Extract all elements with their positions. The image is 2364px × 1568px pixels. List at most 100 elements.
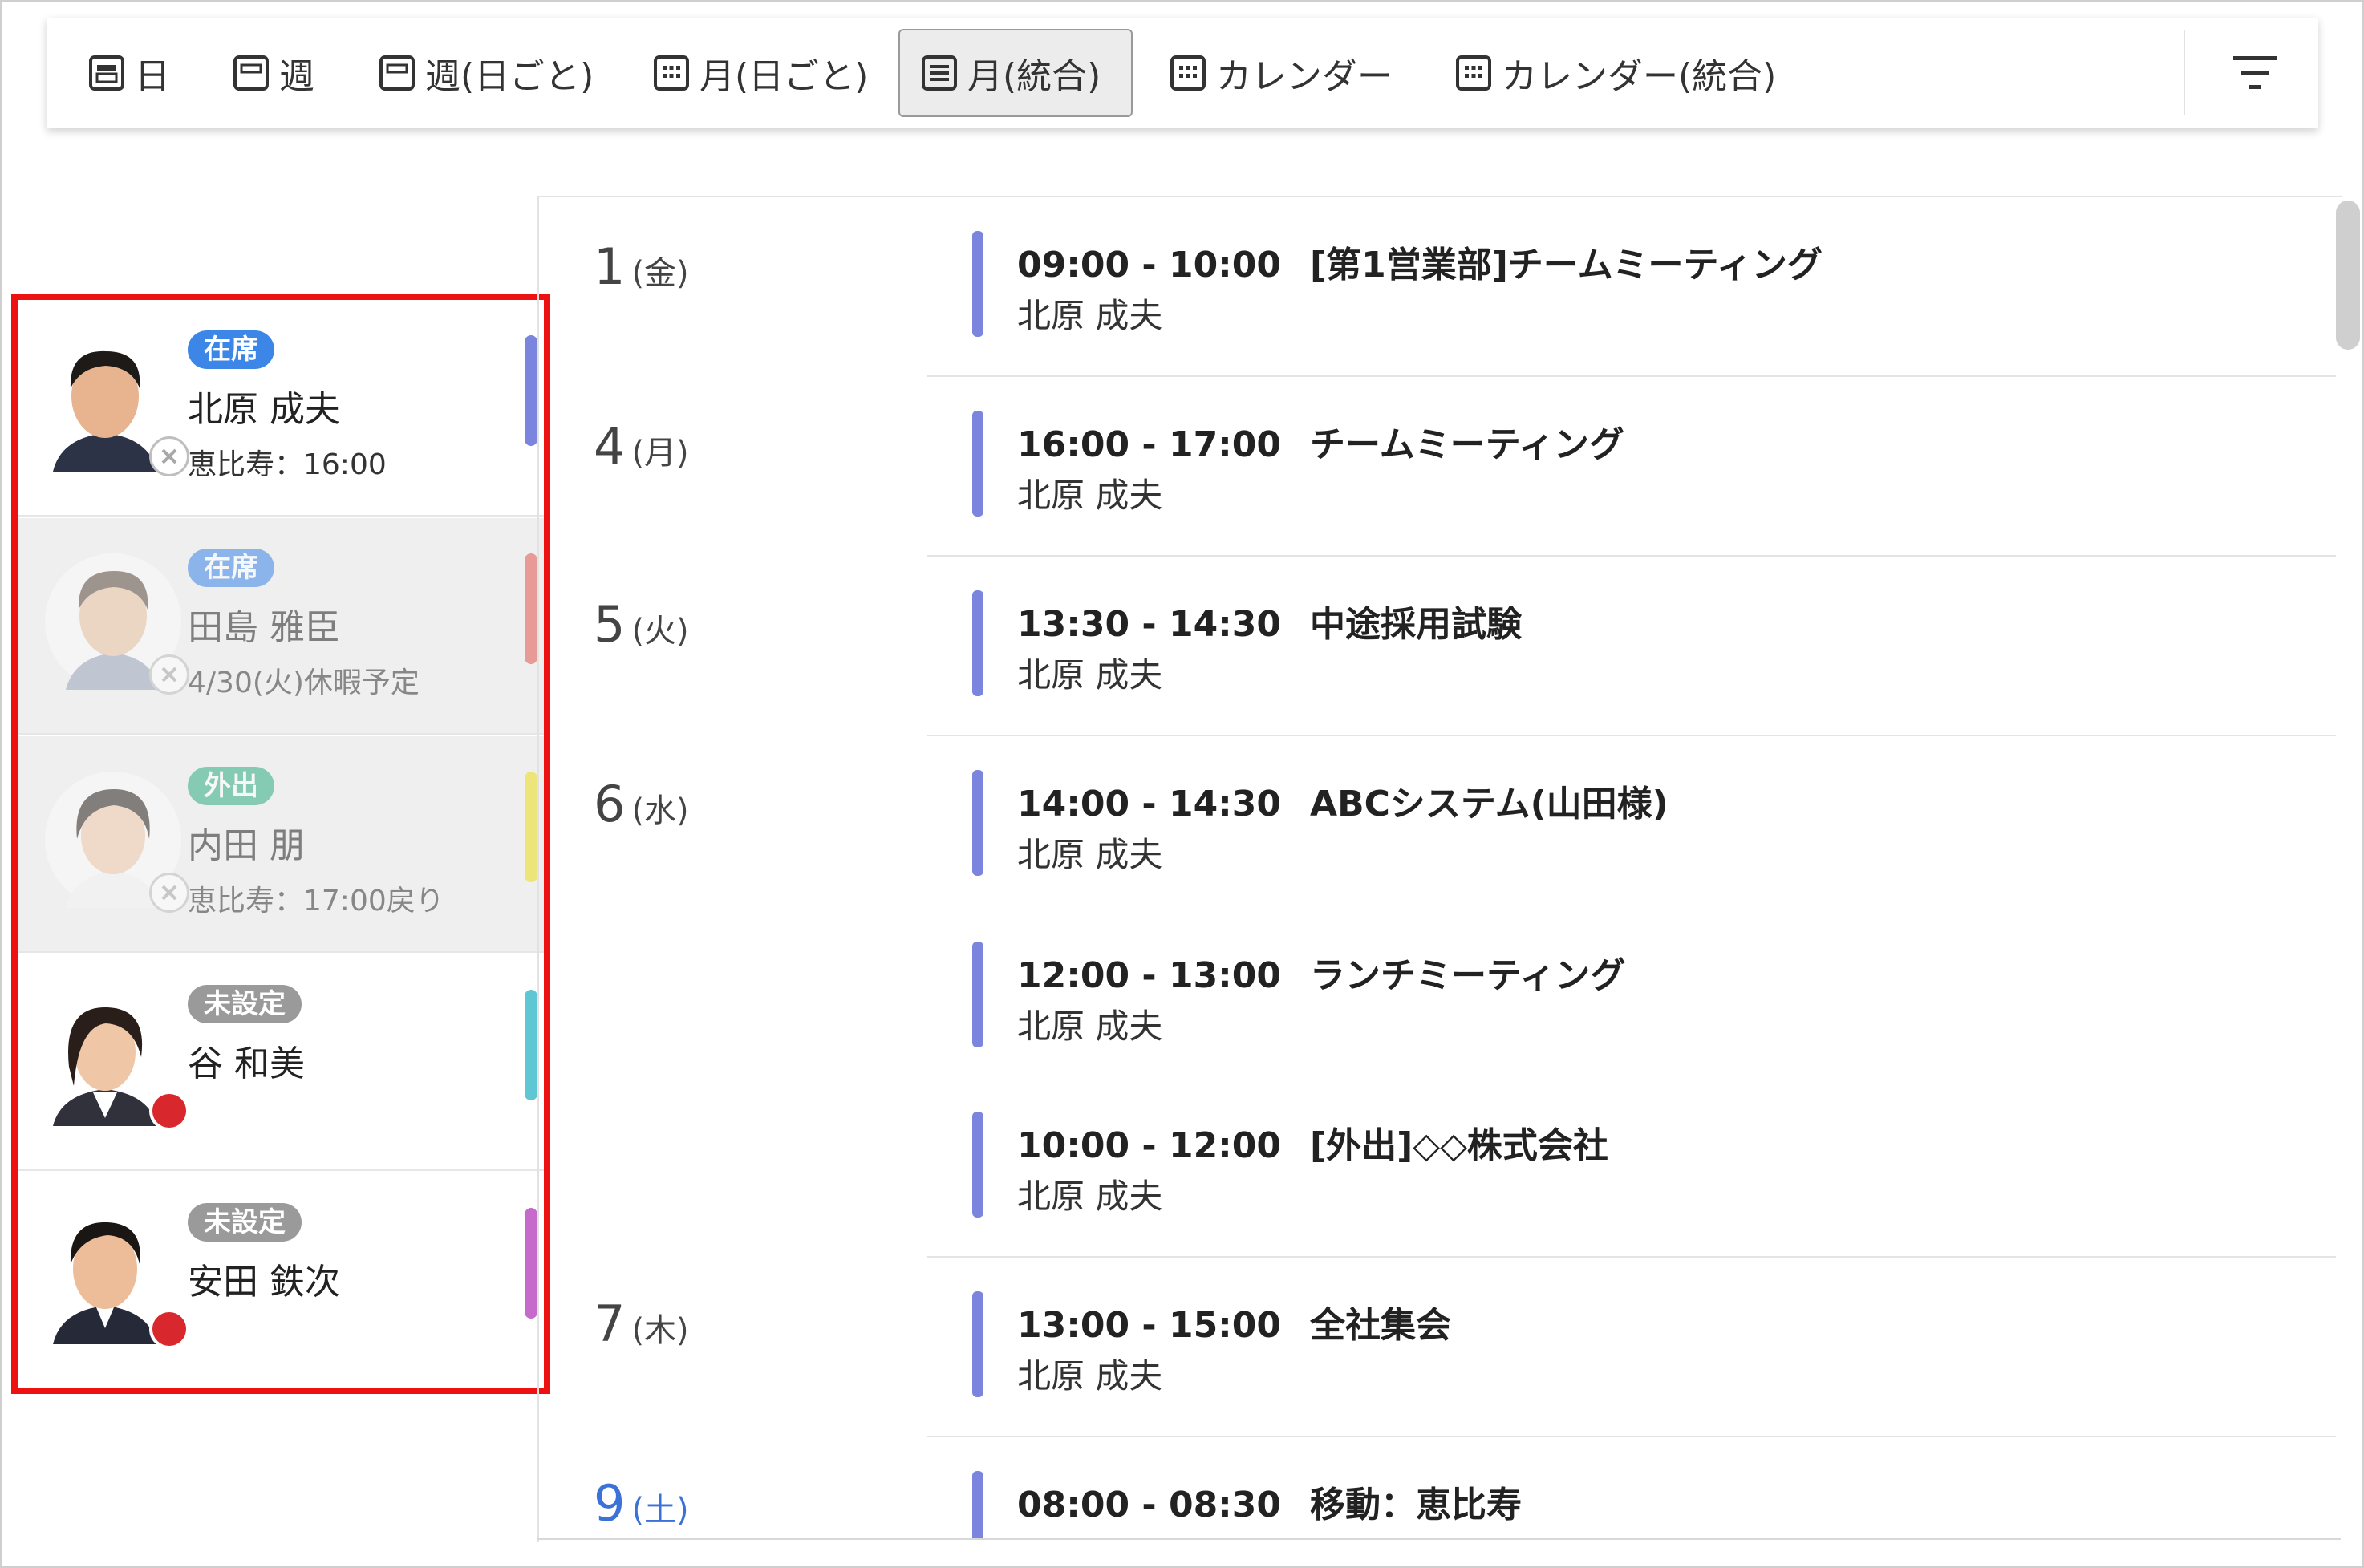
avatar — [45, 772, 189, 913]
event-item[interactable]: 08:00 - 08:30 移動：恵比寿北原 成夫 — [972, 1471, 2336, 1538]
member-note: 恵比寿：17:00戻り — [188, 885, 444, 918]
status-red-dot-icon — [149, 1091, 189, 1131]
avatar — [45, 335, 189, 476]
day-label: 4 (月) — [594, 417, 689, 476]
view-calendar-label: カレンダー — [1216, 56, 1393, 97]
day-separator — [927, 735, 2336, 736]
member-item[interactable]: 在席 北原 成夫 恵比寿：16:00 — [18, 300, 544, 517]
member-color-bar — [525, 990, 537, 1100]
day-label: 5 (火) — [594, 595, 689, 654]
day-number: 5 — [594, 595, 626, 654]
view-week-daily-button[interactable]: 週(日ごと) — [379, 29, 594, 117]
day-label-saturday: 9 (土) — [594, 1474, 689, 1533]
day-number: 9 — [594, 1474, 626, 1533]
event-title: 全社集会 — [1310, 1305, 1452, 1346]
status-x-icon — [149, 654, 189, 695]
event-color-bar — [972, 1471, 983, 1538]
member-color-bar — [525, 553, 537, 664]
event-time: 08:00 - 08:30 — [1017, 1485, 1282, 1525]
event-title: [外出]◇◇株式会社 — [1310, 1125, 1608, 1166]
member-color-bar — [525, 772, 537, 882]
day-number: 1 — [594, 237, 626, 296]
member-name: 田島 雅臣 — [188, 607, 340, 648]
event-item[interactable]: 13:00 - 15:00 全社集会北原 成夫 — [972, 1291, 2336, 1397]
day-number: 6 — [594, 775, 626, 833]
toolbar-divider — [2184, 30, 2185, 115]
event-item[interactable]: 12:00 - 13:00 ランチミーティング 北原 成夫 — [972, 942, 2336, 1047]
event-person: 北原 成夫 — [1017, 1356, 1163, 1396]
event-title: ABCシステム(山田様) — [1310, 784, 1669, 825]
member-list: 在席 北原 成夫 恵比寿：16:00 在席 田島 雅臣 4/30(火)休暇予定 — [11, 294, 550, 1394]
event-color-bar — [972, 1291, 983, 1397]
member-item[interactable]: 未設定 安田 鉄次 — [18, 1173, 544, 1389]
day-view-icon — [88, 55, 125, 91]
member-item[interactable]: 未設定 谷 和美 — [18, 954, 544, 1171]
day-separator — [927, 1256, 2336, 1258]
member-name: 北原 成夫 — [188, 389, 340, 430]
week-daily-view-icon — [379, 55, 416, 91]
view-day-button[interactable]: 日 — [88, 29, 170, 117]
event-time: 14:00 - 14:30 — [1017, 784, 1282, 825]
day-number: 7 — [594, 1295, 626, 1353]
filter-button[interactable] — [2228, 50, 2281, 96]
view-week-daily-label: 週(日ごと) — [425, 56, 594, 97]
day-separator — [927, 555, 2336, 557]
week-view-icon — [233, 55, 270, 91]
status-badge: 在席 — [188, 330, 274, 369]
avatar — [45, 553, 189, 695]
view-week-button[interactable]: 週 — [233, 29, 314, 117]
member-name: 安田 鉄次 — [188, 1262, 340, 1303]
scrollbar-thumb[interactable] — [2336, 201, 2360, 350]
view-calendar-button[interactable]: カレンダー — [1170, 29, 1393, 117]
event-item[interactable]: 16:00 - 17:00 チームミーティング 北原 成夫 — [972, 411, 2336, 517]
calendar-merged-view-icon — [1455, 55, 1492, 91]
event-item[interactable]: 09:00 - 10:00 [第1営業部]チームミーティング 北原 成夫 — [972, 231, 2336, 337]
event-person: 北原 成夫 — [1017, 655, 1163, 695]
event-color-bar — [972, 231, 983, 337]
day-separator — [927, 375, 2336, 377]
event-title: チームミーティング — [1310, 424, 1625, 465]
status-red-dot-icon — [149, 1309, 189, 1349]
event-time: 09:00 - 10:00 — [1017, 245, 1282, 286]
event-time: 12:00 - 13:00 — [1017, 955, 1282, 996]
event-person: 北原 成夫 — [1017, 835, 1163, 874]
member-note: 恵比寿：16:00 — [188, 448, 387, 481]
event-person: 北原 成夫 — [1017, 1177, 1163, 1216]
event-time: 13:30 - 14:30 — [1017, 604, 1282, 645]
day-of-week: (土) — [631, 1492, 689, 1529]
day-of-week: (火) — [631, 613, 689, 650]
month-daily-view-icon — [653, 55, 690, 91]
view-month-daily-button[interactable]: 月(日ごと) — [653, 29, 868, 117]
day-of-week: (月) — [631, 435, 689, 472]
view-month-merged-button[interactable]: 月(統合) — [898, 29, 1133, 117]
view-month-daily-label: 月(日ごと) — [699, 56, 869, 97]
month-merged-view-icon — [921, 55, 958, 91]
event-title: [第1営業部]チームミーティング — [1310, 245, 1823, 286]
view-week-label: 週 — [279, 56, 314, 97]
event-color-bar — [972, 770, 983, 876]
event-color-bar — [972, 590, 983, 696]
member-color-bar — [525, 1208, 537, 1319]
event-time: 13:00 - 15:00 — [1017, 1305, 1282, 1346]
member-note: 4/30(火)休暇予定 — [188, 667, 420, 699]
member-item[interactable]: 外出 内田 朋 恵比寿：17:00戻り — [18, 736, 544, 953]
event-title: 中途採用試験 — [1310, 604, 1523, 645]
event-time: 10:00 - 12:00 — [1017, 1125, 1282, 1166]
day-label: 6 (水) — [594, 775, 689, 833]
event-person: 北原 成夫 — [1017, 476, 1163, 515]
status-badge: 外出 — [188, 767, 274, 805]
event-item[interactable]: 13:30 - 14:30 中途採用試験北原 成夫 — [972, 590, 2336, 696]
event-title: 移動：恵比寿 — [1310, 1485, 1523, 1525]
calendar-view-icon — [1170, 55, 1206, 91]
status-badge: 在席 — [188, 549, 274, 587]
member-item[interactable]: 在席 田島 雅臣 4/30(火)休暇予定 — [18, 518, 544, 735]
view-day-label: 日 — [135, 56, 170, 97]
event-item[interactable]: 14:00 - 14:30 ABCシステム(山田様) 北原 成夫 — [972, 770, 2336, 876]
day-number: 4 — [594, 417, 626, 476]
member-name: 谷 和美 — [188, 1043, 305, 1084]
event-color-bar — [972, 1112, 983, 1218]
event-item[interactable]: 10:00 - 12:00 [外出]◇◇株式会社北原 成夫 — [972, 1112, 2336, 1218]
view-toolbar: 日 週 週(日ごと) 月(日ごと) 月(統合) カレンダー カレンダー(統合) — [47, 18, 2318, 128]
view-calendar-merged-button[interactable]: カレンダー(統合) — [1455, 29, 1776, 117]
event-person: 北原 成夫 — [1017, 1007, 1163, 1046]
